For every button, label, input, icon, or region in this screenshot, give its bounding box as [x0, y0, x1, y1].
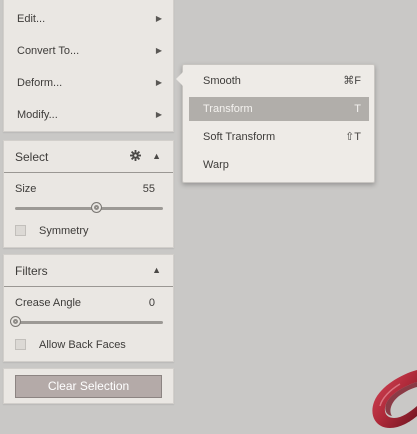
submenu-item-label: Smooth: [203, 75, 241, 87]
symmetry-label: Symmetry: [39, 225, 89, 237]
clear-selection-panel: Clear Selection: [3, 368, 174, 404]
select-panel-header[interactable]: Select ▲: [4, 141, 173, 173]
gear-icon[interactable]: [130, 150, 141, 161]
submenu-item-warp[interactable]: Warp: [189, 153, 369, 177]
menu-item-convert-to[interactable]: Convert To... ▶: [4, 35, 175, 67]
panel-title: Filters: [15, 264, 48, 278]
submenu-pointer: [176, 72, 183, 86]
allow-back-faces-label: Allow Back Faces: [39, 339, 126, 351]
size-slider[interactable]: [15, 202, 163, 214]
submenu-item-smooth[interactable]: Smooth ⌘F: [189, 69, 369, 93]
submenu-item-soft-transform[interactable]: Soft Transform ⇧T: [189, 125, 369, 149]
shortcut-hint: ⇧T: [345, 131, 361, 143]
slider-thumb[interactable]: [91, 202, 103, 213]
tool-menu-panel: Edit... ▶ Convert To... ▶ Deform... ▶ Mo…: [3, 0, 174, 132]
menu-item-deform[interactable]: Deform... ▶: [4, 67, 175, 99]
menu-item-modify[interactable]: Modify... ▶: [4, 99, 175, 131]
collapse-icon[interactable]: ▲: [152, 265, 161, 275]
shortcut-hint: ⌘F: [343, 75, 361, 87]
submenu-item-label: Soft Transform: [203, 131, 276, 143]
panel-title: Select: [15, 150, 49, 164]
shortcut-hint: T: [354, 103, 361, 115]
chevron-right-icon: ▶: [155, 14, 162, 23]
submenu-item-label: Transform: [203, 103, 253, 115]
menu-item-label: Deform...: [17, 77, 63, 89]
symmetry-checkbox[interactable]: [15, 225, 26, 236]
chevron-right-icon: ▶: [155, 110, 162, 119]
menu-item-label: Edit...: [17, 13, 46, 25]
slider-track: [15, 321, 163, 324]
submenu-item-label: Warp: [203, 159, 229, 171]
menu-item-label: Convert To...: [17, 45, 80, 57]
chevron-right-icon: ▶: [155, 78, 162, 87]
clear-selection-button[interactable]: Clear Selection: [15, 375, 162, 398]
deform-submenu: Smooth ⌘F Transform T Soft Transform ⇧T …: [176, 64, 375, 183]
crease-angle-value: 0: [148, 297, 155, 309]
crease-angle-label: Crease Angle: [15, 297, 82, 309]
filters-panel: Filters ▲ Crease Angle 0 Allow Back Face…: [3, 254, 174, 362]
submenu-item-transform[interactable]: Transform T: [189, 97, 369, 121]
slider-thumb[interactable]: [10, 316, 21, 327]
size-value: 55: [142, 183, 155, 195]
crease-angle-slider[interactable]: [10, 316, 163, 328]
chevron-right-icon: ▶: [155, 46, 162, 55]
slider-track: [15, 207, 163, 210]
allow-back-faces-checkbox[interactable]: [15, 339, 26, 350]
filters-panel-header[interactable]: Filters ▲: [4, 255, 173, 287]
collapse-icon[interactable]: ▲: [152, 151, 161, 161]
select-panel: Select ▲ Size 55 Symmetry: [3, 140, 174, 248]
size-label: Size: [15, 183, 37, 195]
menu-item-label: Modify...: [17, 109, 58, 121]
ring-object[interactable]: [366, 362, 417, 434]
menu-item-edit[interactable]: Edit... ▶: [4, 3, 175, 35]
